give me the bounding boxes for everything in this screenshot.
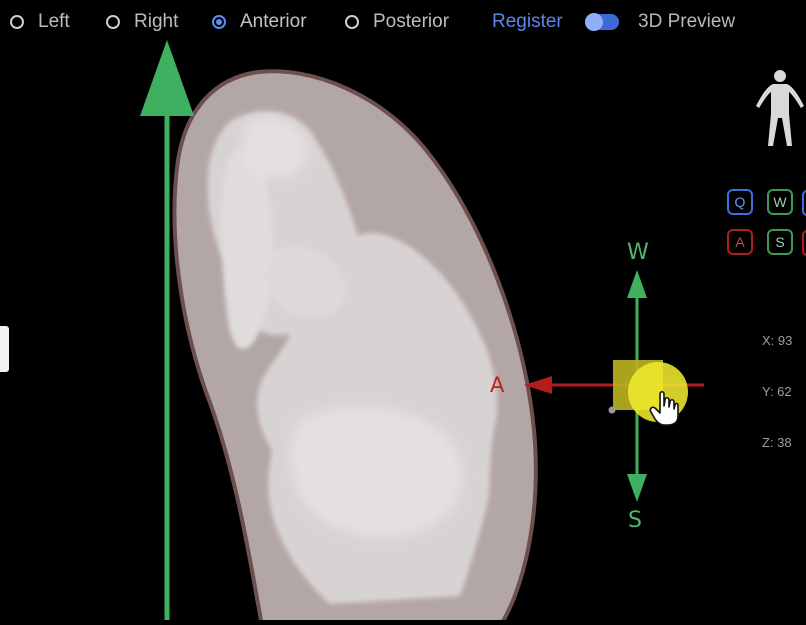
radio-indicator (345, 15, 359, 29)
radio-label-posterior: Posterior (373, 11, 450, 32)
axis-label-down: S (628, 508, 642, 533)
human-body-icon[interactable] (756, 70, 804, 146)
radio-right[interactable]: Right (106, 10, 178, 34)
radio-posterior[interactable]: Posterior (345, 10, 449, 34)
radio-label-right: Right (134, 11, 179, 32)
coord-z: Z: 38 (762, 435, 792, 450)
radio-indicator (106, 15, 120, 29)
preview-3d-label: 3D Preview (638, 11, 736, 32)
key-a[interactable]: A (727, 229, 753, 255)
key-q[interactable]: Q (727, 189, 753, 215)
key-w[interactable]: W (767, 189, 793, 215)
radio-label-anterior: Anterior (240, 11, 307, 32)
radio-indicator (212, 15, 226, 29)
vertical-axis-arrowhead[interactable] (140, 40, 194, 116)
register-label: Register (492, 11, 563, 32)
toggle-knob (585, 13, 603, 31)
radio-label-left: Left (38, 11, 70, 32)
coord-y: Y: 62 (762, 384, 792, 399)
key-s[interactable]: S (767, 229, 793, 255)
translate-gizmo[interactable] (524, 270, 704, 502)
axis-label-left: A (490, 373, 505, 397)
view-toolbar: Left Right Anterior Posterior Register 3… (0, 0, 806, 44)
gizmo-up-arrow[interactable] (627, 270, 647, 298)
register-toggle[interactable] (585, 13, 619, 31)
radio-indicator (10, 15, 24, 29)
side-panel-handle[interactable] (0, 326, 9, 372)
radio-left[interactable]: Left (10, 10, 70, 34)
gizmo-pivot-dot (608, 406, 616, 414)
viewport-3d[interactable]: W S A (0, 0, 806, 625)
coord-x: X: 93 (762, 333, 793, 348)
axis-label-up: W (627, 240, 649, 265)
radio-anterior[interactable]: Anterior (212, 10, 307, 34)
scene-canvas (140, 40, 806, 625)
gizmo-down-arrow[interactable] (627, 474, 647, 502)
coordinate-readout: X: 93 Y: 62 Z: 38 (762, 298, 792, 468)
